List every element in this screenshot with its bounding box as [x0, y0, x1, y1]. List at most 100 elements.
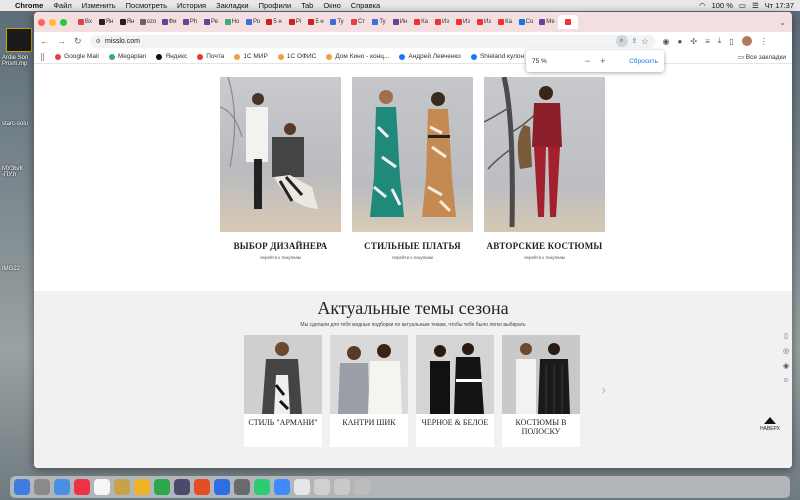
chrome-icon[interactable]	[74, 479, 90, 495]
document-icon[interactable]	[314, 479, 330, 495]
category-photo[interactable]	[220, 77, 341, 232]
clock[interactable]: Чт 17:37	[765, 1, 794, 10]
desktop-item-4[interactable]: IMG22	[2, 266, 34, 272]
menu-kebab-icon[interactable]: ⋮	[760, 37, 768, 46]
zoom-in-button[interactable]: +	[600, 56, 605, 66]
url-text[interactable]: misslo.com	[105, 38, 140, 45]
document-icon[interactable]	[334, 479, 350, 495]
theme-label[interactable]: ЧЕРНОЕ & БЕЛОЕ	[416, 414, 494, 447]
theme-card-striped-suits[interactable]: КОСТЮМЫ В ПОЛОСКУ	[502, 335, 580, 447]
browser-tab[interactable]: Ph	[180, 15, 200, 29]
menu-bookmarks[interactable]: Закладки	[216, 1, 248, 10]
theme-label[interactable]: КОСТЮМЫ В ПОЛОСКУ	[502, 414, 580, 447]
telegram-icon[interactable]	[274, 479, 290, 495]
control-center-icon[interactable]: ☰	[752, 1, 759, 10]
desktop-item-3[interactable]: МУЗЫК -ПУ.h	[2, 166, 34, 178]
bookmark-item[interactable]: 1С МИР	[234, 53, 268, 60]
document-icon[interactable]	[294, 479, 310, 495]
category-author-suits[interactable]: АВТОРСКИЕ КОСТЮМЫ перейти к покупкам	[484, 77, 605, 260]
close-window-button[interactable]	[38, 18, 45, 26]
widget-icon-3[interactable]: ◉	[783, 362, 789, 370]
menu-tab[interactable]: Tab	[301, 1, 313, 10]
desktop-item-1[interactable]: Ardie Son Prism.mp	[2, 55, 34, 67]
category-link[interactable]: перейти к покупкам	[220, 255, 341, 260]
browser-tab[interactable]: Ту	[327, 15, 347, 29]
browser-tab[interactable]: Pi	[285, 15, 305, 29]
menu-help[interactable]: Справка	[351, 1, 380, 10]
browser-tab[interactable]: Из	[432, 15, 452, 29]
category-link[interactable]: перейти к покупкам	[484, 255, 605, 260]
extension-icon-2[interactable]: ●	[678, 37, 683, 46]
whatsapp-icon[interactable]	[254, 479, 270, 495]
browser-tab[interactable]: Ст	[348, 15, 368, 29]
forward-icon[interactable]: →	[57, 36, 66, 46]
browser-tab[interactable]: Вх	[75, 15, 95, 29]
bookmark-item[interactable]: Megaplan	[108, 53, 146, 60]
profile-avatar[interactable]	[741, 36, 752, 46]
menu-view[interactable]: Посмотреть	[126, 1, 167, 10]
apps-grid-icon[interactable]: ⣿	[40, 53, 45, 61]
carousel-next-icon[interactable]: ›	[601, 381, 606, 397]
extension-icon-1[interactable]: ◉	[663, 37, 670, 46]
side-panel-icon[interactable]: ▯	[729, 37, 733, 46]
category-designer-choice[interactable]: ВЫБОР ДИЗАЙНЕРА перейти к покупкам	[220, 77, 341, 260]
photos-icon[interactable]	[134, 479, 150, 495]
browser-tab[interactable]: ozo	[138, 15, 158, 29]
wifi-icon[interactable]: ◠	[699, 1, 706, 10]
theme-card-black-white[interactable]: ЧЕРНОЕ & БЕЛОЕ	[416, 335, 494, 447]
zoom-indicator-icon[interactable]: ⌕	[615, 35, 628, 47]
browser-tab[interactable]: Ме	[537, 15, 557, 29]
browser-tab[interactable]: Ян	[96, 15, 116, 29]
browser-tab[interactable]: 5 н	[264, 15, 284, 29]
category-stylish-dresses[interactable]: СТИЛЬНЫЕ ПЛАТЬЯ перейти к покупкам	[352, 77, 473, 260]
theme-photo[interactable]	[416, 335, 494, 414]
theme-label[interactable]: КАНТРИ ШИК	[330, 414, 408, 447]
category-link[interactable]: перейти к покупкам	[352, 255, 473, 260]
chat-icon[interactable]: ☺	[782, 377, 789, 384]
category-photo[interactable]	[352, 77, 473, 232]
bookmark-item[interactable]: Почта	[197, 53, 224, 60]
browser-tab[interactable]: Ян	[117, 15, 137, 29]
menu-history[interactable]: История	[177, 1, 206, 10]
theme-card-country-chic[interactable]: КАНТРИ ШИК	[330, 335, 408, 447]
zoom-reset-button[interactable]: Сбросить	[629, 58, 658, 65]
bookmark-star-icon[interactable]: ☆	[641, 37, 648, 46]
address-bar[interactable]: ⚙ misslo.com ⌕ ⇪ ☆	[89, 34, 655, 48]
finder-icon[interactable]	[14, 479, 30, 495]
tab-search-icon[interactable]: ⌄	[779, 18, 786, 27]
category-photo[interactable]	[484, 77, 605, 232]
trash-icon[interactable]	[354, 479, 370, 495]
browser-tab[interactable]: Ре	[201, 15, 221, 29]
theme-photo[interactable]	[502, 335, 580, 414]
browser-tab[interactable]: Ту	[369, 15, 389, 29]
zoom-window-button[interactable]	[60, 18, 67, 26]
app-icon[interactable]	[174, 479, 190, 495]
app-store-icon[interactable]	[214, 479, 230, 495]
scroll-to-top-button[interactable]: НАВЕРХ	[760, 417, 780, 432]
reading-list-icon[interactable]: ≡	[705, 37, 710, 46]
reload-icon[interactable]: ↻	[74, 36, 82, 47]
browser-tab[interactable]: Ро	[243, 15, 263, 29]
extensions-puzzle-icon[interactable]: ✣	[690, 37, 697, 46]
share-icon[interactable]: ⇪	[632, 37, 638, 45]
bookmark-item[interactable]: Дом Кино - конц...	[326, 53, 389, 60]
back-icon[interactable]: ←	[40, 36, 49, 46]
desktop-item-2[interactable]: starc-solu	[2, 121, 34, 127]
theme-card-armani[interactable]: СТИЛЬ "АРМАНИ"	[244, 335, 322, 447]
theme-label[interactable]: СТИЛЬ "АРМАНИ"	[244, 414, 322, 447]
browser-tab[interactable]: Но	[222, 15, 242, 29]
music-icon[interactable]	[194, 479, 210, 495]
category-title[interactable]: ВЫБОР ДИЗАЙНЕРА	[220, 241, 341, 251]
bookmark-item[interactable]: Андрей Левченко	[399, 53, 461, 60]
widget-icon-1[interactable]: ▯	[784, 332, 788, 340]
widget-icon-2[interactable]: ◎	[783, 347, 789, 355]
safari-icon[interactable]	[54, 479, 70, 495]
minimize-window-button[interactable]	[49, 18, 56, 26]
menu-edit[interactable]: Изменить	[82, 1, 116, 10]
settings-icon[interactable]	[234, 479, 250, 495]
browser-tab[interactable]: Ка	[495, 15, 515, 29]
menu-file[interactable]: Файл	[53, 1, 71, 10]
bookmark-item[interactable]: Яндекс	[156, 53, 187, 60]
browser-tab[interactable]	[558, 15, 578, 29]
desktop-file-icon[interactable]	[6, 28, 32, 52]
